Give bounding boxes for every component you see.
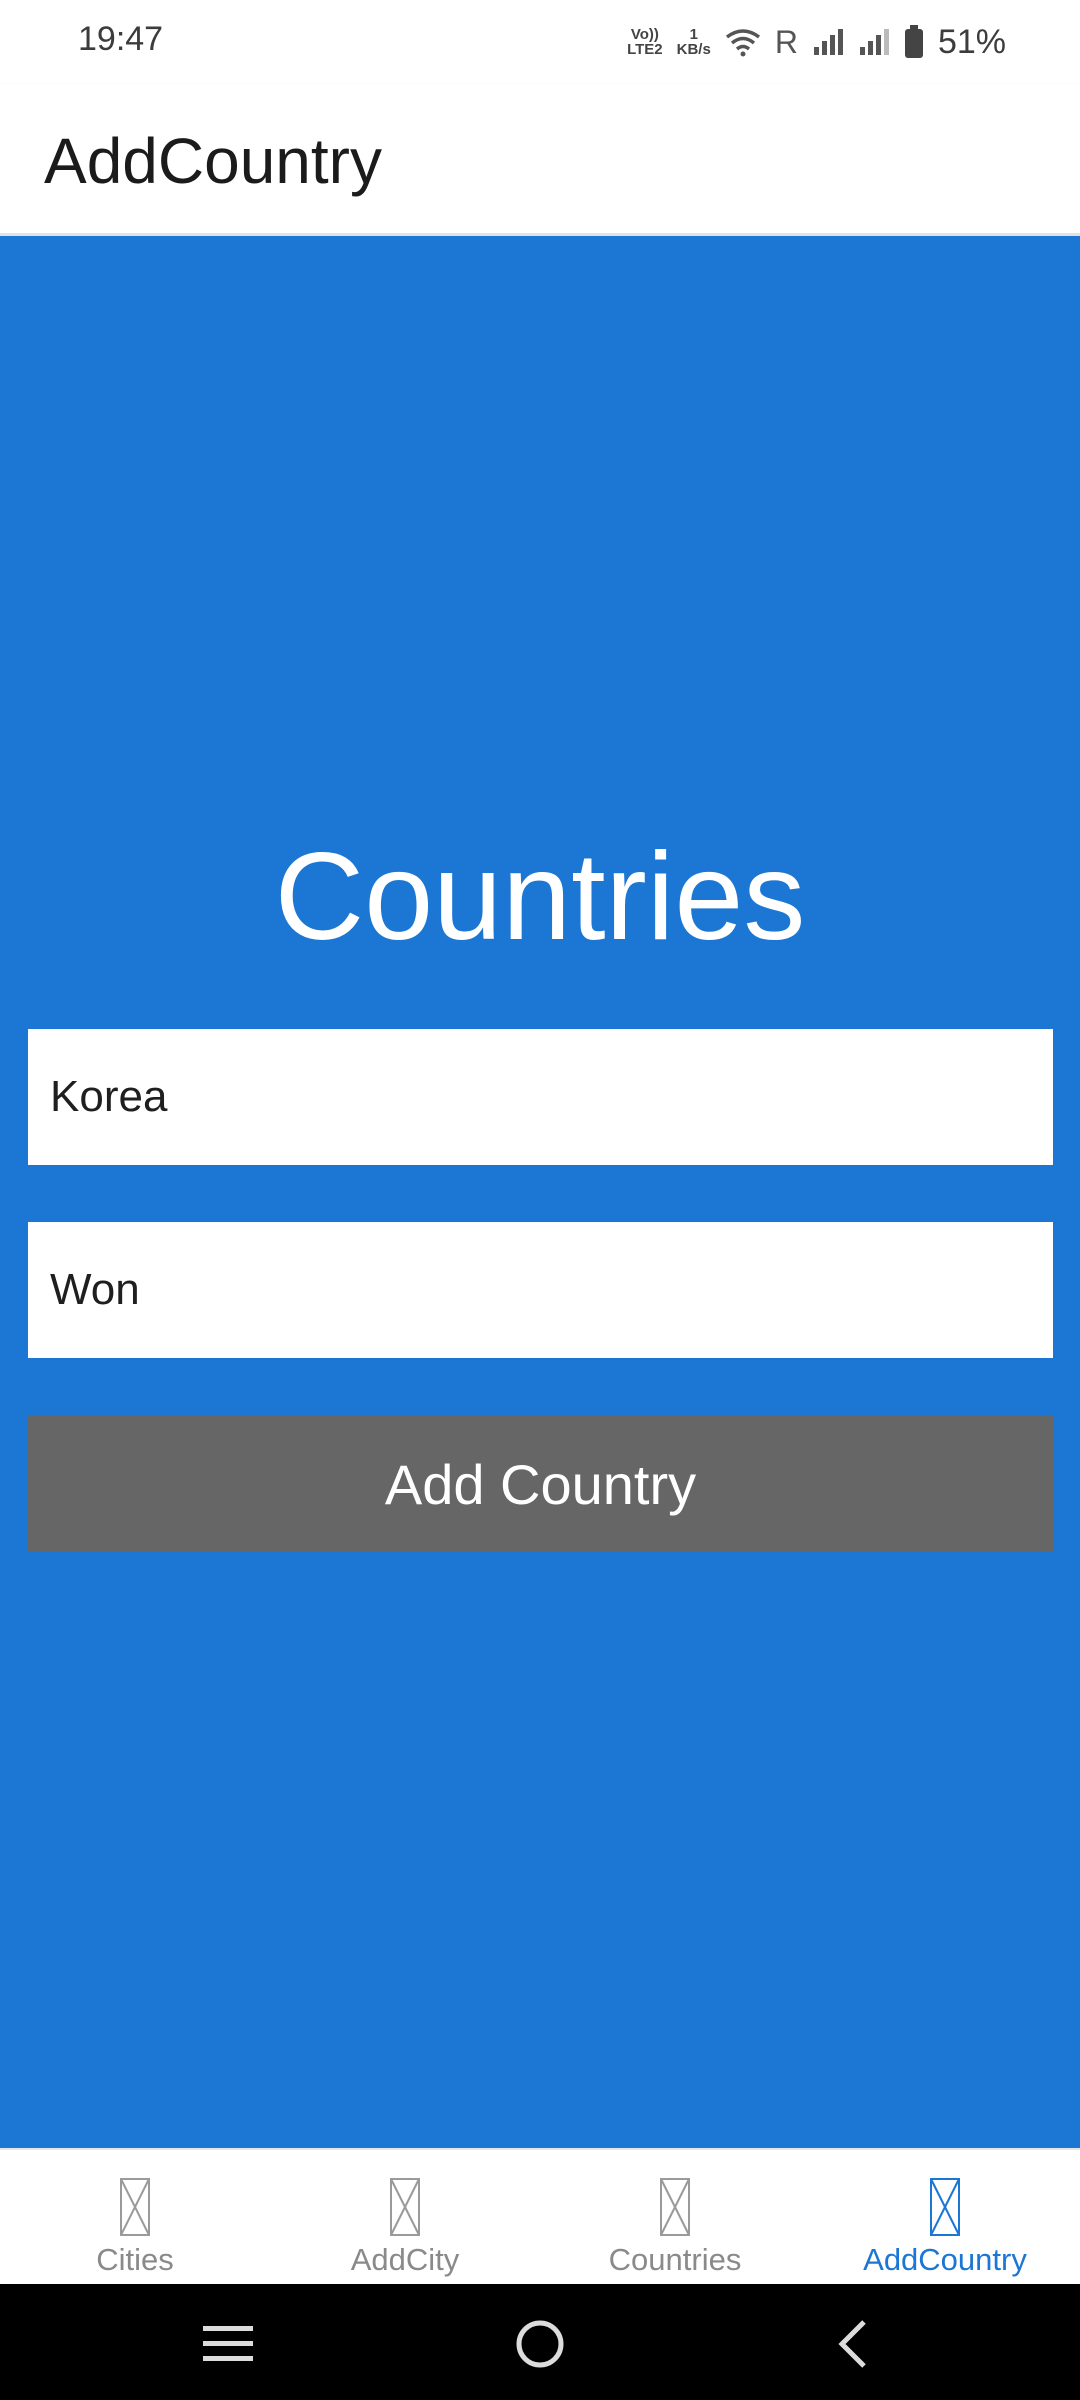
home-icon[interactable] [500,2304,580,2384]
network-speed: 1 KB/s [676,26,711,58]
currency-input[interactable]: Won [28,1222,1053,1358]
tab-addcountry-label: AddCountry [863,2242,1027,2277]
placeholder-icon [390,2178,420,2236]
page-title: AddCountry [44,125,382,197]
battery-icon [904,25,923,58]
status-time: 19:47 [78,20,164,58]
bottom-tab-bar: Cities AddCity Countries AddCountry [0,2148,1080,2284]
tab-cities[interactable]: Cities [0,2150,270,2284]
signal-icon-2 [859,29,889,55]
system-nav-bar [0,2284,1080,2400]
tab-cities-label: Cities [96,2242,174,2277]
signal-icon [813,29,843,55]
tab-addcity-label: AddCity [350,2242,460,2277]
tab-addcountry[interactable]: AddCountry [810,2150,1080,2284]
app-bar: AddCountry [0,84,1080,236]
menu-icon[interactable] [188,2304,268,2384]
country-name-input[interactable]: Korea [28,1029,1053,1165]
tab-addcity[interactable]: AddCity [270,2150,540,2284]
currency-value: Won [50,1265,140,1314]
placeholder-icon [120,2178,150,2236]
tab-countries[interactable]: Countries [540,2150,810,2284]
tab-countries-label: Countries [608,2242,742,2277]
placeholder-icon [660,2178,690,2236]
back-icon[interactable] [812,2304,892,2384]
volte-icon: Vo)) LTE2 [627,26,663,58]
country-name-value: Korea [50,1072,168,1121]
status-icons: Vo)) LTE2 1 KB/s R 51% [627,18,1006,66]
roaming-indicator: R [774,23,798,60]
placeholder-icon [930,2178,960,2236]
add-country-button[interactable]: Add Country [28,1416,1053,1552]
wifi-icon [725,29,760,57]
main-content: Countries Korea Won Add Country [0,236,1080,2148]
battery-percent: 51% [937,22,1006,61]
countries-heading: Countries [274,828,806,966]
status-bar: 19:47 Vo)) LTE2 1 KB/s R 51% [0,0,1080,84]
